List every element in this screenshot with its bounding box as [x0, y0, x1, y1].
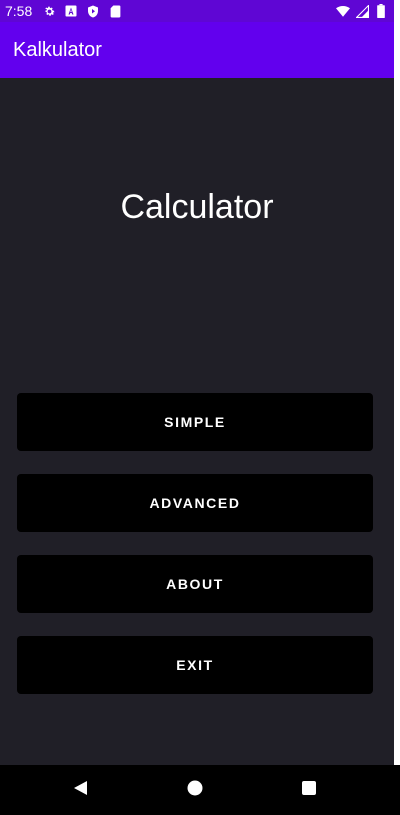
app-bar: Kalkulator	[0, 22, 394, 78]
a-letter-icon	[64, 4, 78, 18]
advanced-button[interactable]: ADVANCED	[17, 474, 373, 532]
simple-button[interactable]: SIMPLE	[17, 393, 373, 451]
home-button[interactable]	[170, 765, 220, 815]
app-title: Kalkulator	[13, 38, 102, 61]
page-title: Calculator	[120, 188, 274, 226]
exit-button[interactable]: EXIT	[17, 636, 373, 694]
recent-apps-icon	[301, 780, 317, 801]
status-icons-right	[336, 4, 388, 18]
screen-edge	[394, 0, 400, 765]
home-icon	[187, 780, 203, 801]
signal-icon	[355, 4, 369, 18]
status-icons-left	[42, 4, 122, 18]
back-icon	[72, 780, 88, 801]
sd-card-icon	[108, 4, 122, 18]
wifi-icon	[336, 4, 350, 18]
screen: 7:58 Kalkulator Calculator SIMPLE ADVANC…	[0, 0, 400, 815]
shield-icon	[86, 4, 100, 18]
about-button[interactable]: ABOUT	[17, 555, 373, 613]
gear-icon	[42, 4, 56, 18]
battery-icon	[374, 4, 388, 18]
back-button[interactable]	[55, 765, 105, 815]
status-bar: 7:58	[0, 0, 394, 22]
recent-apps-button[interactable]	[284, 765, 334, 815]
main-content: Calculator SIMPLE ADVANCED ABOUT EXIT	[0, 78, 394, 765]
status-time: 7:58	[5, 3, 33, 19]
navigation-bar	[0, 765, 400, 815]
